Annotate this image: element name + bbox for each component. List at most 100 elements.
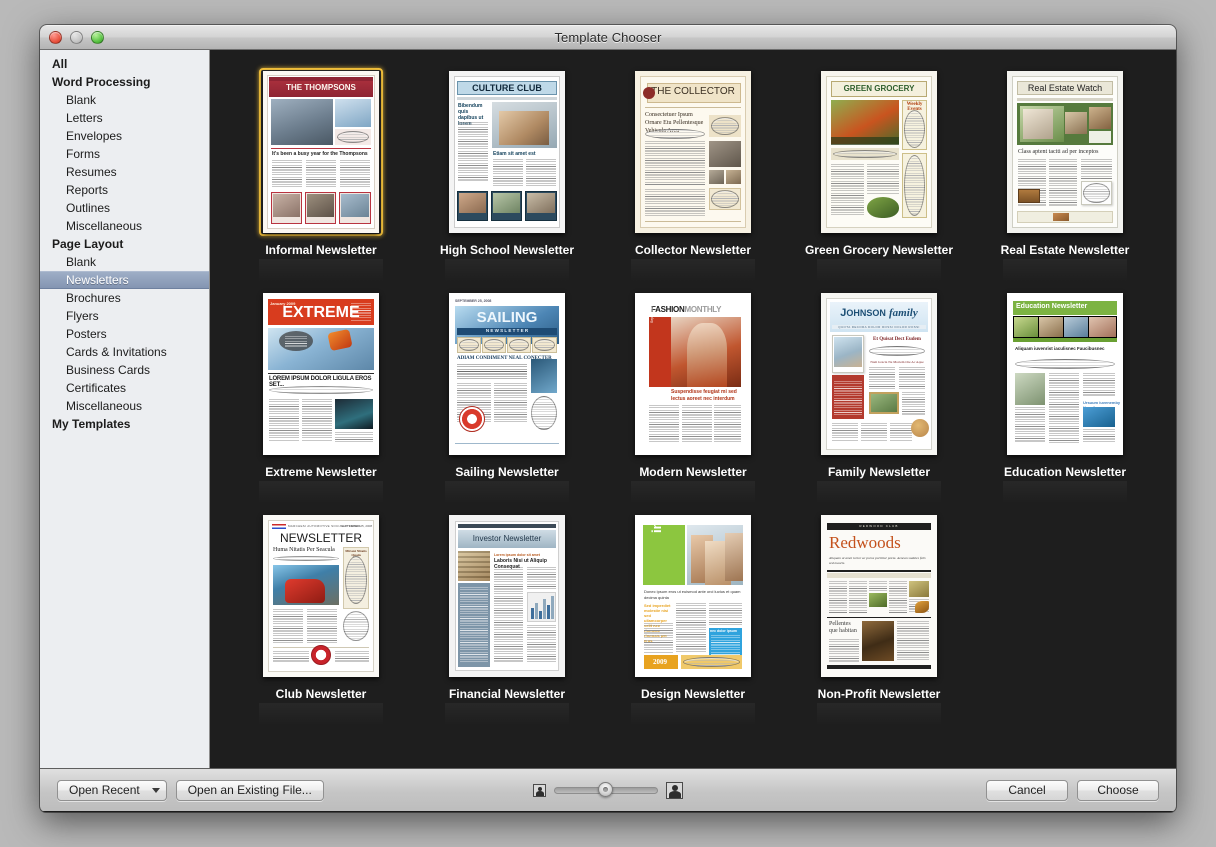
template-thumbnail-preview: SEPTEMBER 25, 2008 SAILING N E W S L E T T… bbox=[449, 293, 565, 455]
template-card[interactable]: Real Estate Watch Class aptent taciti ad … bbox=[972, 62, 1158, 282]
sidebar-item-business-cards[interactable]: Business Cards bbox=[40, 361, 209, 379]
template-reflection bbox=[817, 703, 941, 726]
template-card[interactable]: THE COLLECTOR Consectetuer Ipsum Ornare E… bbox=[600, 62, 786, 282]
template-name-label: Collector Newsletter bbox=[634, 243, 752, 257]
slider-knob[interactable] bbox=[598, 782, 613, 797]
sidebar-item-envelopes[interactable]: Envelopes bbox=[40, 127, 209, 145]
template-name-label: Sailing Newsletter bbox=[455, 465, 559, 479]
thumbnail-size-slider[interactable] bbox=[554, 782, 658, 797]
sidebar-item-posters[interactable]: Posters bbox=[40, 325, 209, 343]
sidebar-item-my-templates[interactable]: My Templates bbox=[40, 415, 209, 433]
template-thumbnail-preview: Investor Newsletter Lorem ipsum dolor sit… bbox=[449, 515, 565, 677]
template-name-label: Modern Newsletter bbox=[639, 465, 747, 479]
sidebar-item-newsletters[interactable]: Newsletters bbox=[40, 271, 209, 289]
template-reflection bbox=[445, 259, 569, 282]
template-name-label: Family Newsletter bbox=[827, 465, 931, 479]
template-thumbnail-frame[interactable]: THE THOMPSONS It's been a busy year for t… bbox=[259, 68, 383, 236]
sidebar-item-outlines[interactable]: Outlines bbox=[40, 199, 209, 217]
template-thumbnail-preview: MARCHESI AUTOMOTIVE SOCIAL ATTENDS SEPTEM… bbox=[263, 515, 379, 677]
template-name-label: Green Grocery Newsletter bbox=[804, 243, 954, 257]
sidebar-item-resumes[interactable]: Resumes bbox=[40, 163, 209, 181]
sidebar-item-blank[interactable]: Blank bbox=[40, 91, 209, 109]
zoom-button[interactable] bbox=[91, 31, 104, 44]
open-recent-label: Open Recent bbox=[69, 783, 140, 797]
open-existing-file-button[interactable]: Open an Existing File... bbox=[175, 779, 324, 801]
sidebar-item-certificates[interactable]: Certificates bbox=[40, 379, 209, 397]
cancel-button[interactable]: Cancel bbox=[986, 779, 1068, 801]
template-reflection bbox=[259, 703, 383, 726]
template-card[interactable]: Investor Newsletter Lorem ipsum dolor sit… bbox=[414, 506, 600, 726]
template-card[interactable]: JOHNSON family QUOTA RECORA DOLOR ROSSI D… bbox=[786, 284, 972, 504]
template-thumbnail-frame[interactable]: REDWOOD CLUB Redwoods Aliquam ut amet tort… bbox=[817, 512, 941, 680]
template-thumbnail-frame[interactable]: THE COLLECTOR Consectetuer Ipsum Ornare E… bbox=[631, 68, 755, 236]
template-thumbnail-frame[interactable]: Education Newsletter Aliquam iuvenrist ia… bbox=[1003, 290, 1127, 458]
template-name-label: Club Newsletter bbox=[275, 687, 367, 701]
template-reflection bbox=[1003, 481, 1127, 504]
bottom-toolbar: Open Recent Open an Existing File... Can… bbox=[40, 768, 1176, 811]
cancel-label: Cancel bbox=[1008, 783, 1046, 797]
template-thumbnail-frame[interactable]: Investor Newsletter Lorem ipsum dolor sit… bbox=[445, 512, 569, 680]
sidebar-item-word-processing[interactable]: Word Processing bbox=[40, 73, 209, 91]
choose-label: Choose bbox=[1097, 783, 1139, 797]
template-thumbnail-preview: REDWOOD CLUB Redwoods Aliquam ut amet tort… bbox=[821, 515, 937, 677]
template-card[interactable]: SEPTEMBER 25, 2008 SAILING N E W S L E T T… bbox=[414, 284, 600, 504]
sidebar-item-cards-invitations[interactable]: Cards & Invitations bbox=[40, 343, 209, 361]
template-thumbnail-preview: imagineDonec ipsum eros ut euismod ante … bbox=[635, 515, 751, 677]
window-controls bbox=[49, 31, 104, 44]
template-reflection bbox=[445, 481, 569, 504]
template-name-label: Non-Profit Newsletter bbox=[817, 687, 941, 701]
template-thumbnail-frame[interactable]: January 2009 EXTREME LOREM IPSUM DOLOR LIG… bbox=[259, 290, 383, 458]
sidebar-item-letters[interactable]: Letters bbox=[40, 109, 209, 127]
sidebar-item-brochures[interactable]: Brochures bbox=[40, 289, 209, 307]
sidebar-item-miscellaneous[interactable]: Miscellaneous bbox=[40, 217, 209, 235]
template-thumbnail-preview: January 2009 EXTREME LOREM IPSUM DOLOR LIG… bbox=[263, 293, 379, 455]
sidebar-item-page-layout[interactable]: Page Layout bbox=[40, 235, 209, 253]
choose-button[interactable]: Choose bbox=[1077, 779, 1159, 801]
template-thumbnail-frame[interactable]: SEPTEMBER 25, 2008 SAILING N E W S L E T T… bbox=[445, 290, 569, 458]
template-thumbnail-frame[interactable]: FASHIONMONTHLY September 25, 2009 Suspendi… bbox=[631, 290, 755, 458]
sidebar-item-reports[interactable]: Reports bbox=[40, 181, 209, 199]
window-titlebar: Template Chooser bbox=[40, 25, 1176, 50]
template-card[interactable]: FASHIONMONTHLY September 25, 2009 Suspendi… bbox=[600, 284, 786, 504]
template-card[interactable]: GREEN GROCERYWeekly Events Green Grocery … bbox=[786, 62, 972, 282]
template-card[interactable]: MARCHESI AUTOMOTIVE SOCIAL ATTENDS SEPTEM… bbox=[228, 506, 414, 726]
minimize-button[interactable] bbox=[70, 31, 83, 44]
template-card[interactable]: THE THOMPSONS It's been a busy year for t… bbox=[228, 62, 414, 282]
template-thumbnail-preview: Education Newsletter Aliquam iuvenrist ia… bbox=[1007, 293, 1123, 455]
template-thumbnail-preview: Real Estate Watch Class aptent taciti ad … bbox=[1007, 71, 1123, 233]
template-card[interactable]: imagineDonec ipsum eros ut euismod ante … bbox=[600, 506, 786, 726]
open-recent-button[interactable]: Open Recent bbox=[57, 779, 167, 801]
sidebar-item-blank[interactable]: Blank bbox=[40, 253, 209, 271]
template-card[interactable]: January 2009 EXTREME LOREM IPSUM DOLOR LIG… bbox=[228, 284, 414, 504]
sidebar-item-miscellaneous[interactable]: Miscellaneous bbox=[40, 397, 209, 415]
template-name-label: Design Newsletter bbox=[640, 687, 746, 701]
template-thumbnail-frame[interactable]: imagineDonec ipsum eros ut euismod ante … bbox=[631, 512, 755, 680]
template-thumbnail-frame[interactable]: JOHNSON family QUOTA RECORA DOLOR ROSSI D… bbox=[817, 290, 941, 458]
template-thumbnail-frame[interactable]: Real Estate Watch Class aptent taciti ad … bbox=[1003, 68, 1127, 236]
template-gallery[interactable]: THE THOMPSONS It's been a busy year for t… bbox=[210, 50, 1176, 768]
template-card[interactable]: Education Newsletter Aliquam iuvenrist ia… bbox=[972, 284, 1158, 504]
template-thumbnail-frame[interactable]: GREEN GROCERYWeekly Events bbox=[817, 68, 941, 236]
template-thumbnail-frame[interactable]: CULTURE CLUBBibendum quis dapibus ut lor… bbox=[445, 68, 569, 236]
template-thumbnail-preview: GREEN GROCERYWeekly Events bbox=[821, 71, 937, 233]
template-thumbnail-preview: CULTURE CLUBBibendum quis dapibus ut lor… bbox=[449, 71, 565, 233]
template-card[interactable]: REDWOOD CLUB Redwoods Aliquam ut amet tort… bbox=[786, 506, 972, 726]
sidebar-item-flyers[interactable]: Flyers bbox=[40, 307, 209, 325]
category-sidebar[interactable]: All Word Processing Blank Letters Envelopes F… bbox=[40, 50, 210, 768]
template-reflection bbox=[631, 703, 755, 726]
template-reflection bbox=[1003, 259, 1127, 282]
sidebar-item-forms[interactable]: Forms bbox=[40, 145, 209, 163]
template-name-label: Extreme Newsletter bbox=[265, 465, 377, 479]
thumbnail-size-slider-group bbox=[533, 781, 683, 799]
template-card[interactable]: CULTURE CLUBBibendum quis dapibus ut lor… bbox=[414, 62, 600, 282]
template-thumbnail-frame[interactable]: MARCHESI AUTOMOTIVE SOCIAL ATTENDS SEPTEM… bbox=[259, 512, 383, 680]
window-body: All Word Processing Blank Letters Envelopes F… bbox=[40, 50, 1176, 768]
chevron-down-icon bbox=[151, 787, 160, 793]
template-thumbnail-preview: FASHIONMONTHLY September 25, 2009 Suspendi… bbox=[635, 293, 751, 455]
dialog-actions: Cancel Choose bbox=[986, 779, 1159, 801]
close-button[interactable] bbox=[49, 31, 62, 44]
large-thumbnail-icon[interactable] bbox=[666, 781, 683, 799]
template-chooser-window: Template Chooser All Word Processing Blank… bbox=[40, 25, 1176, 812]
sidebar-item-all[interactable]: All bbox=[40, 55, 209, 73]
small-thumbnail-icon[interactable] bbox=[533, 783, 546, 797]
